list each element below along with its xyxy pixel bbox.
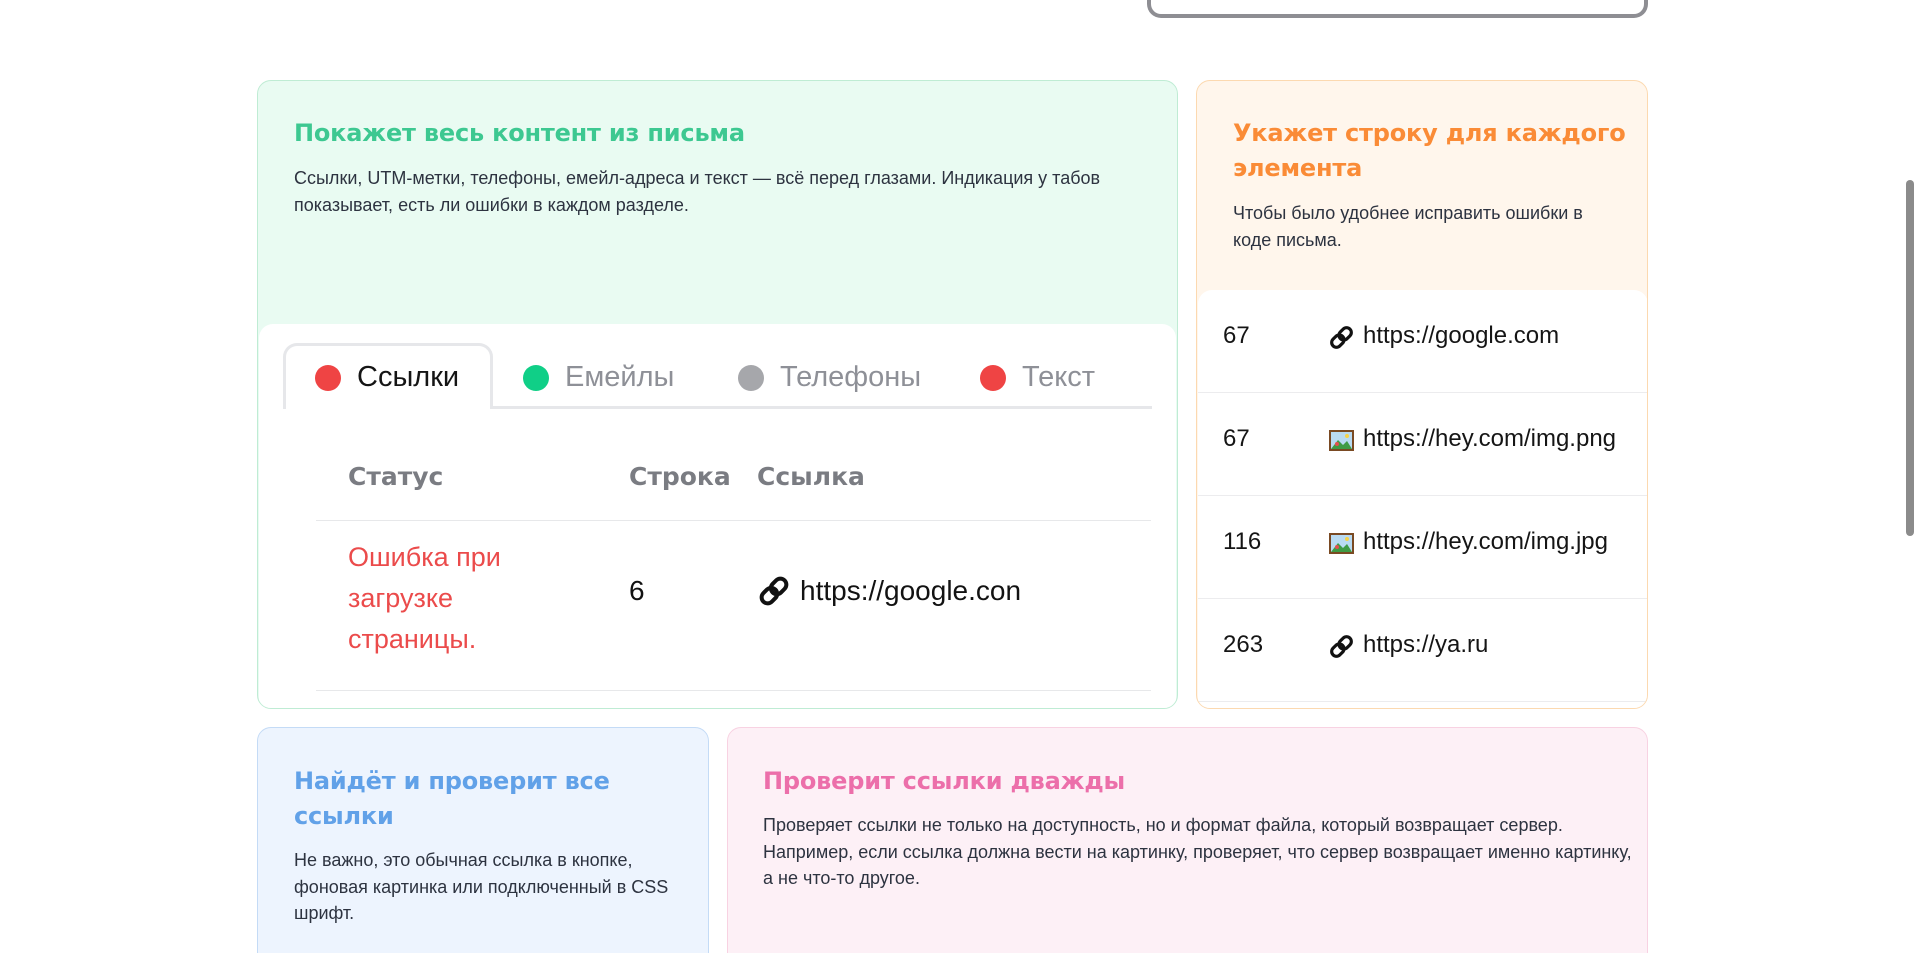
error-status-dot	[315, 364, 341, 391]
card-title: Найдёт и проверит все ссылки	[294, 767, 610, 830]
list-item: 116 https://hey.com/img.jpg	[1198, 496, 1647, 599]
error-status-text: Ошибка при загрузке страницы.	[348, 542, 501, 654]
divider	[316, 520, 1151, 521]
column-header-line: Строка	[629, 462, 731, 491]
card-description: Чтобы было удобнее исправить ошибки в ко…	[1233, 203, 1583, 250]
error-status-dot	[980, 364, 1006, 391]
tab-links[interactable]: Ссылки	[283, 343, 493, 409]
card-description: Проверяет ссылки не только на доступност…	[763, 815, 1632, 888]
card-title: Покажет весь контент из письма	[294, 119, 745, 147]
tab-label: Телефоны	[780, 361, 922, 393]
link-url[interactable]: https://google.com	[1363, 322, 1559, 350]
double-check-card: Проверит ссылки дважды Проверяет ссылки …	[727, 727, 1648, 953]
line-number: 6	[629, 575, 645, 606]
list-item: 67 https://hey.com/img.png	[1198, 393, 1647, 496]
tab-label: Емейлы	[565, 361, 675, 393]
content-overview-card: Покажет весь контент из письма Ссылки, U…	[257, 80, 1178, 709]
list-item: 263 https://ya.ru	[1198, 599, 1647, 702]
tab-phones[interactable]: Телефоны	[738, 346, 921, 409]
find-links-card: Найдёт и проверит все ссылки Не важно, э…	[257, 727, 709, 953]
list-item: 67 https://google.com	[1198, 290, 1647, 393]
card-description: Не важно, это обычная ссылка в кнопке, ф…	[294, 850, 669, 923]
line-number: 67	[1223, 322, 1250, 349]
line-list: 67 https://google.com 67 https://hey.com…	[1198, 290, 1647, 708]
link-icon	[757, 574, 791, 608]
neutral-status-dot	[738, 364, 764, 391]
tab-emails[interactable]: Емейлы	[523, 346, 674, 409]
card-description: Ссылки, UTM-метки, телефоны, емейл-адрес…	[294, 168, 1101, 215]
tabs-panel: Ссылки Емейлы Телефоны Текст Статус Стро…	[259, 324, 1176, 708]
link-icon	[1328, 633, 1355, 660]
line-number: 116	[1223, 528, 1262, 555]
image-icon	[1328, 427, 1355, 454]
ok-status-dot	[523, 364, 549, 391]
line-numbers-card: Укажет строку для каждого элемента Чтобы…	[1196, 80, 1648, 709]
tab-bar: Ссылки Емейлы Телефоны Текст	[283, 343, 1152, 409]
tab-label: Ссылки	[357, 361, 460, 393]
line-number: 263	[1223, 631, 1264, 658]
column-header-status: Статус	[348, 462, 444, 491]
link-url[interactable]: https://ya.ru	[1363, 631, 1488, 659]
card-title: Укажет строку для каждого элемента	[1233, 119, 1626, 182]
scrollbar-thumb[interactable]	[1906, 180, 1914, 536]
link-icon	[1328, 324, 1355, 351]
column-header-link: Ссылка	[757, 462, 865, 491]
tab-text[interactable]: Текст	[980, 346, 1095, 409]
link-url[interactable]: https://hey.com/img.png	[1363, 425, 1616, 453]
image-icon	[1328, 530, 1355, 557]
top-frame	[1147, 0, 1648, 18]
card-title: Проверит ссылки дважды	[763, 767, 1126, 795]
link-url[interactable]: https://hey.com/img.jpg	[1363, 528, 1608, 556]
line-number: 67	[1223, 425, 1250, 452]
link-url[interactable]: https://google.con	[800, 575, 1021, 607]
divider	[316, 690, 1151, 691]
tab-label: Текст	[1022, 361, 1096, 393]
